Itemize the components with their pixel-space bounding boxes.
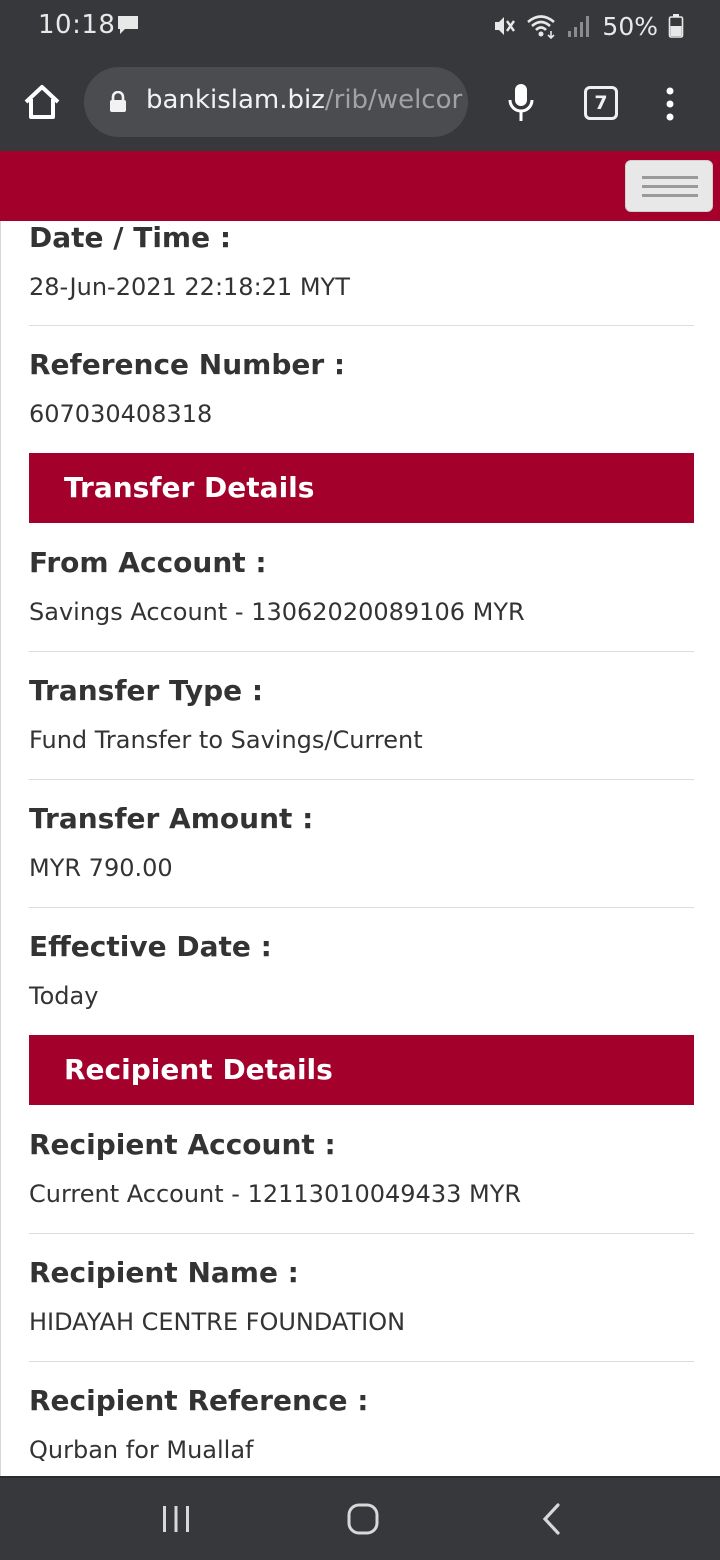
divider [29, 1361, 694, 1362]
tab-switcher-button[interactable]: 7 [584, 86, 618, 120]
from-account-label: From Account : [29, 546, 267, 579]
transfer-amount-field: Transfer Amount : MYR 790.00 [29, 802, 694, 882]
lock-icon [110, 91, 126, 112]
url-text: bankislam.biz/rib/welcor [146, 85, 464, 115]
date-time-field: Date / Time : 28-Jun-2021 22:18:21 MYT [29, 221, 694, 301]
recipient-name-label: Recipient Name : [29, 1256, 299, 1289]
reference-number-label: Reference Number : [29, 348, 346, 381]
recipient-details-header: Recipient Details [29, 1035, 694, 1105]
status-bar: 10:18 50% [0, 0, 720, 52]
from-account-value: Savings Account - 13062020089106 MYR [29, 598, 525, 626]
mute-icon [495, 17, 516, 35]
home-nav-icon[interactable] [346, 1502, 380, 1536]
recipient-name-value: HIDAYAH CENTRE FOUNDATION [29, 1308, 406, 1336]
microphone-icon[interactable] [505, 82, 537, 124]
url-host: bankislam.biz [146, 85, 325, 115]
recent-apps-icon[interactable] [160, 1504, 192, 1534]
transfer-type-value: Fund Transfer to Savings/Current [29, 726, 423, 754]
transfer-type-label: Transfer Type : [29, 674, 264, 707]
effective-date-value: Today [29, 982, 99, 1010]
reference-number-field: Reference Number : 607030408318 [29, 348, 694, 428]
date-time-value: 28-Jun-2021 22:18:21 MYT [29, 273, 350, 301]
system-navigation-bar [0, 1476, 720, 1560]
transfer-type-field: Transfer Type : Fund Transfer to Savings… [29, 674, 694, 754]
screen: 10:18 50% bankislam.biz/rib/welcor 7 Dat… [0, 0, 720, 1560]
effective-date-label: Effective Date : [29, 930, 272, 963]
browser-toolbar: bankislam.biz/rib/welcor 7 [0, 52, 720, 151]
recipient-account-field: Recipient Account : Current Account - 12… [29, 1128, 694, 1208]
address-bar[interactable]: bankislam.biz/rib/welcor [84, 67, 468, 137]
effective-date-field: Effective Date : Today [29, 930, 694, 1010]
divider [29, 907, 694, 908]
url-path: /rib/welcor [324, 85, 463, 115]
recipient-reference-field: Recipient Reference : Qurban for Muallaf [29, 1384, 694, 1464]
battery-percent: 50% [602, 11, 658, 41]
recipient-name-field: Recipient Name : HIDAYAH CENTRE FOUNDATI… [29, 1256, 694, 1336]
divider [29, 1233, 694, 1234]
transfer-amount-value: MYR 790.00 [29, 854, 173, 882]
transfer-amount-label: Transfer Amount : [29, 802, 314, 835]
receipt-content[interactable]: Date / Time : 28-Jun-2021 22:18:21 MYT R… [0, 221, 720, 1476]
menu-toggle-button[interactable] [625, 160, 713, 212]
recipient-reference-label: Recipient Reference : [29, 1384, 369, 1417]
recipient-account-label: Recipient Account : [29, 1128, 336, 1161]
date-time-label: Date / Time : [29, 221, 232, 254]
wifi-icon [527, 15, 556, 39]
recipient-reference-value: Qurban for Muallaf [29, 1436, 254, 1464]
home-icon[interactable] [22, 82, 62, 122]
reference-number-value: 607030408318 [29, 400, 213, 428]
divider [29, 651, 694, 652]
back-icon[interactable] [540, 1502, 562, 1536]
status-time: 10:18 [38, 10, 116, 40]
divider [29, 779, 694, 780]
hamburger-line [642, 176, 698, 179]
from-account-field: From Account : Savings Account - 1306202… [29, 546, 694, 626]
divider [29, 325, 694, 326]
signal-icon [568, 16, 590, 37]
transfer-details-header: Transfer Details [29, 453, 694, 523]
more-options-icon[interactable] [662, 86, 678, 122]
status-icons: 50% [492, 10, 684, 42]
site-header [0, 151, 720, 221]
message-icon [118, 16, 138, 34]
battery-icon [668, 14, 684, 38]
hamburger-line [642, 185, 698, 188]
recipient-account-value: Current Account - 12113010049433 MYR [29, 1180, 522, 1208]
hamburger-line [642, 194, 698, 197]
